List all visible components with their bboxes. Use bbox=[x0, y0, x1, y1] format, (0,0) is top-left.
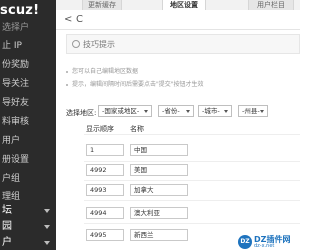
sidebar-item[interactable]: 导好友 bbox=[0, 95, 56, 111]
order-input[interactable]: 4993 bbox=[86, 184, 124, 196]
tab-bar: 更新缓存 地区设置 用户栏目 bbox=[56, 0, 300, 10]
province-select[interactable]: -省份- bbox=[158, 105, 194, 117]
name-input[interactable]: 澳大利亚 bbox=[130, 207, 188, 219]
city-select[interactable]: -城市- bbox=[198, 105, 232, 117]
sidebar-section-user[interactable]: 户 bbox=[0, 235, 56, 250]
sidebar-item[interactable]: 用户 bbox=[0, 133, 56, 149]
chevron-down-icon bbox=[144, 110, 148, 113]
bullet-icon bbox=[66, 70, 68, 73]
select-value: -城市- bbox=[202, 107, 220, 115]
column-header-name: 名称 bbox=[130, 125, 144, 133]
refresh-icon[interactable]: C bbox=[76, 14, 83, 26]
watermark-url: dz-x.net bbox=[254, 243, 275, 249]
sidebar-item[interactable]: 选择户 bbox=[0, 20, 56, 36]
select-value: -州县- bbox=[242, 107, 260, 115]
order-input[interactable]: 4992 bbox=[86, 164, 124, 176]
country-select[interactable]: -国家或地区- bbox=[98, 105, 152, 117]
order-input[interactable]: 4995 bbox=[86, 229, 124, 241]
name-input[interactable]: 中国 bbox=[130, 144, 188, 156]
tab-update-cache[interactable]: 更新缓存 bbox=[82, 0, 122, 10]
discuz-logo: scuz! bbox=[0, 3, 40, 18]
sidebar-item[interactable]: 份奖励 bbox=[0, 57, 56, 73]
sidebar-section-label: 户 bbox=[2, 237, 12, 248]
sidebar-item[interactable]: 料审核 bbox=[0, 114, 56, 130]
sidebar-item[interactable]: 户组 bbox=[0, 171, 56, 187]
bullet-icon bbox=[66, 83, 68, 86]
nav-row: < C bbox=[56, 10, 300, 30]
divider bbox=[84, 134, 300, 135]
name-input[interactable]: 美国 bbox=[130, 164, 188, 176]
region-label: 选择地区: bbox=[66, 109, 97, 117]
chevron-down-icon bbox=[186, 110, 190, 113]
admin-sidebar: scuz! 选择户 止 IP 份奖励 导关注 导好友 料审核 用户 册设置 户组… bbox=[0, 0, 56, 250]
sidebar-item[interactable]: 止 IP bbox=[0, 38, 56, 54]
sidebar-section-label: 坛 bbox=[2, 205, 12, 216]
sidebar-item[interactable]: 导关注 bbox=[0, 76, 56, 92]
chevron-down-icon bbox=[44, 225, 50, 229]
tip-text: 提示，编辑间隔时间后需要点击"提交"按钮才生效 bbox=[72, 81, 204, 88]
order-input[interactable]: 1 bbox=[86, 144, 124, 156]
divider bbox=[84, 180, 300, 181]
tips-box: 技巧提示 bbox=[66, 34, 300, 54]
county-select[interactable]: -州县- bbox=[238, 105, 268, 117]
back-icon[interactable]: < bbox=[64, 14, 72, 26]
tip-line: 提示，编辑间隔时间后需要点击"提交"按钮才生效 bbox=[66, 79, 204, 88]
tip-text: 您可以自己编辑地区数据 bbox=[72, 68, 139, 75]
tab-region-settings[interactable]: 地区设置 bbox=[162, 0, 206, 10]
sidebar-section-group[interactable]: 园 bbox=[0, 219, 56, 235]
watermark: DZ DZ插件网 dz-x.net bbox=[238, 234, 300, 250]
divider bbox=[84, 223, 300, 224]
sidebar-section-forum[interactable]: 坛 bbox=[0, 203, 56, 219]
name-input[interactable]: 新西兰 bbox=[130, 229, 188, 241]
select-value: -省份- bbox=[162, 107, 180, 115]
column-header-order: 显示顺序 bbox=[86, 125, 114, 133]
chevron-down-icon bbox=[260, 110, 264, 113]
divider bbox=[84, 200, 300, 201]
divider bbox=[84, 161, 300, 162]
info-icon bbox=[72, 40, 80, 48]
tab-user-columns[interactable]: 用户栏目 bbox=[248, 0, 294, 10]
chevron-down-icon bbox=[44, 209, 50, 213]
chevron-down-icon bbox=[44, 241, 50, 245]
dz-logo-icon: DZ bbox=[238, 235, 252, 249]
order-input[interactable]: 4994 bbox=[86, 207, 124, 219]
sidebar-item[interactable]: 册设置 bbox=[0, 152, 56, 168]
name-input[interactable]: 加拿大 bbox=[130, 184, 188, 196]
chevron-down-icon bbox=[224, 110, 228, 113]
sidebar-section-label: 园 bbox=[2, 221, 12, 232]
tips-title: 技巧提示 bbox=[83, 40, 115, 49]
select-value: -国家或地区- bbox=[102, 107, 140, 115]
tip-line: 您可以自己编辑地区数据 bbox=[66, 66, 138, 75]
